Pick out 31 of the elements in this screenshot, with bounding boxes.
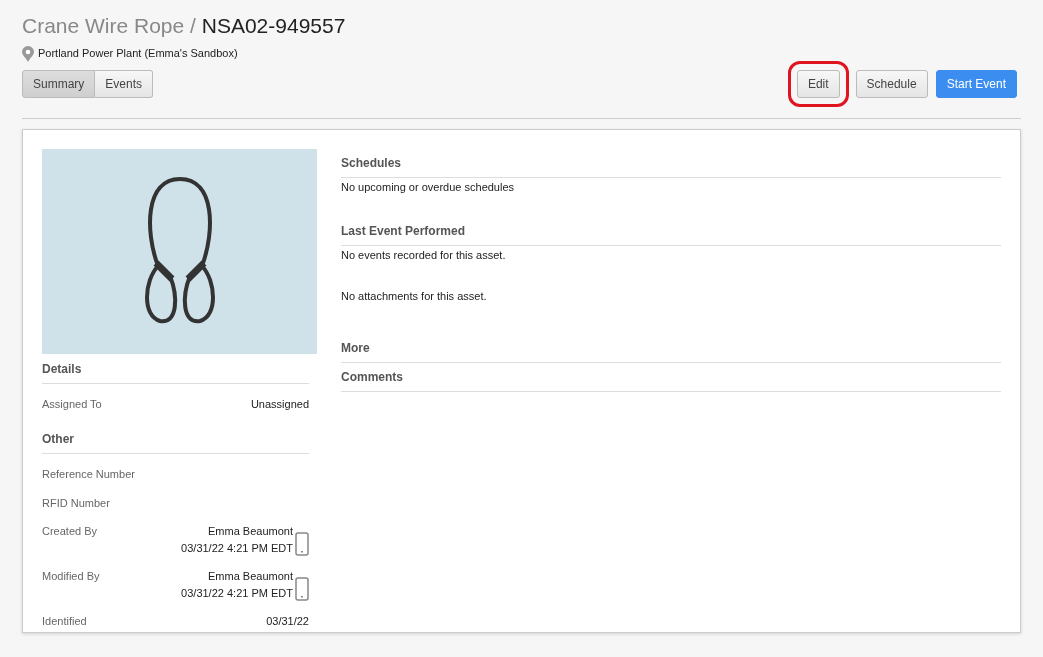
- section-text: No upcoming or overdue schedules: [341, 179, 516, 195]
- field-timestamp: 03/31/22 4:21 PM EDT: [181, 585, 293, 601]
- location-text: Portland Power Plant (Emma's Sandbox): [38, 46, 238, 62]
- tab[interactable]: Events: [95, 69, 154, 98]
- field-label: Created By: [42, 524, 98, 540]
- field-label: RFID Number: [42, 495, 110, 511]
- field-label: Modified By: [42, 569, 100, 585]
- field-value: Emma Beaumont: [207, 524, 293, 540]
- section-text: No events recorded for this asset.: [341, 248, 507, 264]
- attachments-note: No attachments for this asset.: [341, 288, 488, 304]
- tab[interactable]: Summary: [22, 69, 96, 98]
- field-value: Unassigned: [250, 396, 309, 412]
- mobile-device-icon: [295, 577, 309, 602]
- field-value: 03/31/22: [266, 614, 309, 630]
- field-label: Identified: [42, 614, 87, 630]
- asset-id: NSA02-949557: [201, 14, 346, 37]
- field-timestamp: 03/31/22 4:21 PM EDT: [181, 540, 293, 556]
- location-pin-icon: [22, 45, 34, 62]
- section-heading: More: [341, 336, 1001, 364]
- field-label: Reference Number: [42, 467, 135, 483]
- section-heading: Comments: [341, 365, 1001, 393]
- section-heading: Schedules: [341, 150, 1001, 178]
- section-heading: Last Event Performed: [341, 219, 1001, 247]
- mobile-device-icon: [295, 532, 309, 557]
- field-label: Assigned To: [42, 396, 102, 412]
- section-heading: Other: [42, 424, 309, 455]
- section-heading: Details: [42, 353, 309, 384]
- asset-type: Crane Wire Rope: [22, 14, 185, 37]
- action-button[interactable]: Schedule: [855, 69, 928, 98]
- field-value: Emma Beaumont: [207, 569, 293, 585]
- title-separator: /: [190, 14, 196, 37]
